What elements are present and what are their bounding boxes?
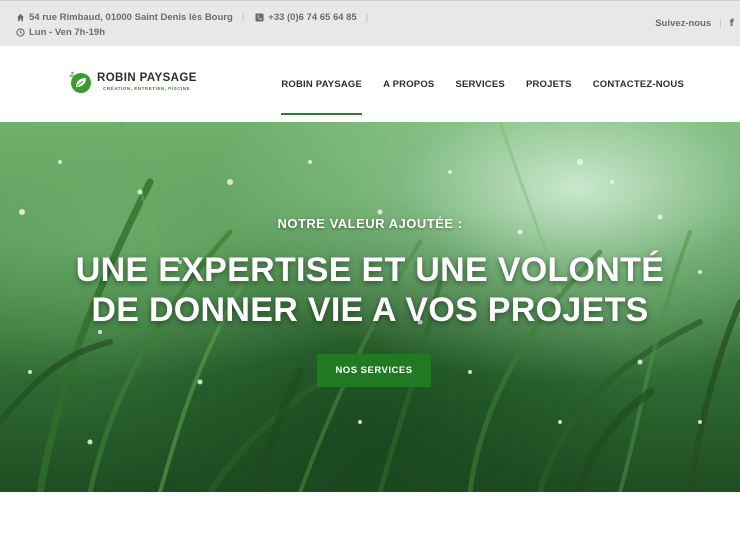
hero-banner: NOTRE VALEUR AJOUTÉE : UNE EXPERTISE ET …: [0, 122, 740, 492]
main-nav: ROBIN PAYSAGE A PROPOS SERVICES PROJETS …: [281, 46, 684, 122]
site-header: ROBIN PAYSAGE CRÉATION, ENTRETIEN, PISCI…: [0, 46, 740, 122]
hours-text: Lun - Ven 7h-19h: [29, 26, 106, 38]
nav-item-services[interactable]: SERVICES: [455, 46, 504, 122]
hours-row: Lun - Ven 7h-19h: [14, 26, 105, 38]
logo-subtitle: CRÉATION, ENTRETIEN, PISCINE: [103, 86, 191, 91]
nav-item-projets[interactable]: PROJETS: [526, 46, 572, 122]
divider: |: [365, 11, 369, 23]
social-area: Suivez-nous | f: [655, 18, 734, 29]
hero-title: UNE EXPERTISE ET UNE VOLONTÉ DE DONNER V…: [0, 250, 740, 330]
clock-icon: [14, 26, 26, 38]
leaf-logo-icon: [67, 70, 94, 94]
site-logo[interactable]: ROBIN PAYSAGE CRÉATION, ENTRETIEN, PISCI…: [67, 70, 197, 94]
phone-icon: [253, 11, 265, 23]
hero-title-line-1: UNE EXPERTISE ET UNE VOLONTÉ: [75, 251, 665, 289]
home-icon: [14, 11, 26, 23]
nav-item-contactez-nous[interactable]: CONTACTEZ-NOUS: [593, 46, 684, 122]
logo-title: ROBIN PAYSAGE: [97, 72, 197, 84]
nav-item-robin-paysage[interactable]: ROBIN PAYSAGE: [281, 46, 362, 122]
divider: |: [719, 18, 722, 29]
phone-link[interactable]: +33 (0)6 74 65 64 85: [268, 12, 356, 23]
hero-title-line-2: DE DONNER VIE A VOS PROJETS: [91, 291, 649, 329]
hero-kicker: NOTRE VALEUR AJOUTÉE :: [277, 216, 463, 231]
divider: |: [241, 11, 245, 23]
nos-services-button[interactable]: NOS SERVICES: [317, 354, 431, 387]
follow-label: Suivez-nous: [655, 18, 712, 29]
address-text: 54 rue Rimbaud, 01000 Saint Denis lès Bo…: [29, 11, 233, 23]
contact-row: 54 rue Rimbaud, 01000 Saint Denis lès Bo…: [14, 11, 377, 23]
logo-text: ROBIN PAYSAGE CRÉATION, ENTRETIEN, PISCI…: [97, 72, 197, 92]
nav-item-a-propos[interactable]: A PROPOS: [383, 46, 434, 122]
top-info-bar: 54 rue Rimbaud, 01000 Saint Denis lès Bo…: [0, 0, 740, 46]
facebook-icon[interactable]: f: [730, 18, 734, 29]
